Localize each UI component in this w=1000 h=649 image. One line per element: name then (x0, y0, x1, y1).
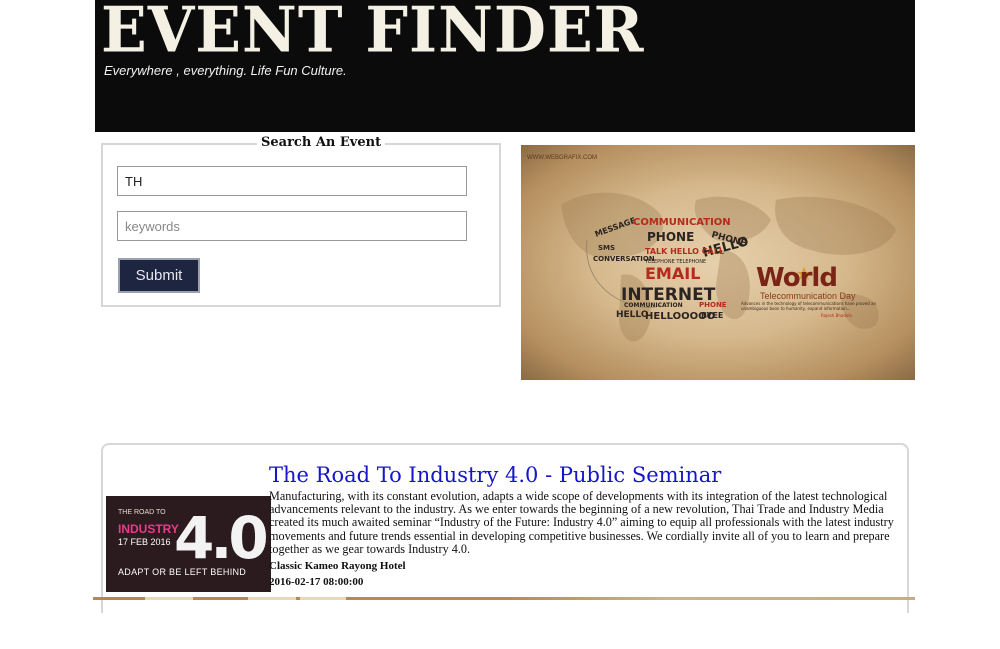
event-thumbnail[interactable]: THE ROAD TO INDUSTRY 17 FEB 2016 4.0 ADA… (106, 496, 271, 592)
svg-text:SMS: SMS (598, 244, 615, 252)
event-title-link[interactable]: The Road To Industry 4.0 - Public Semina… (269, 463, 721, 487)
svg-text:HELLO: HELLO (616, 310, 649, 320)
svg-text:TALK HELLO CALL: TALK HELLO CALL (645, 247, 724, 256)
footer-tab[interactable] (300, 597, 346, 600)
site-header: EVENT FINDER Everywhere , everything. Li… (95, 0, 915, 132)
banner-title: World (756, 263, 838, 293)
svg-text:BYEE: BYEE (701, 311, 723, 320)
event-datetime: 2016-02-17 08:00:00 (269, 576, 364, 588)
keywords-input[interactable] (117, 211, 467, 241)
world-map-image: MESSAGE COMMUNICATION PHONE SMS CONVERSA… (561, 192, 896, 342)
svg-text:COMMUNICATION: COMMUNICATION (624, 302, 683, 309)
svg-text:PHONE: PHONE (699, 301, 727, 309)
footer-tab[interactable] (145, 597, 193, 600)
thumbnail-date-text: 17 FEB 2016 (118, 537, 171, 547)
world-telecommunication-day-banner: WWW.WEBGRAFIX.COM MESSAGE COMMUNICATION … (521, 145, 915, 380)
svg-text:COMMUNICATION: COMMUNICATION (633, 217, 731, 228)
svg-text:PHONE: PHONE (647, 230, 694, 244)
footer-tab[interactable] (248, 597, 296, 600)
thumbnail-tagline: ADAPT OR BE LEFT BEHIND (118, 567, 247, 577)
thumbnail-number: 4.0 (174, 504, 269, 572)
thumbnail-small-text: THE ROAD TO (118, 509, 166, 516)
submit-button[interactable]: Submit (118, 258, 200, 293)
event-venue: Classic Kameo Rayong Hotel (269, 560, 406, 572)
svg-text:Rajesh Bhadola: Rajesh Bhadola (821, 313, 852, 318)
site-tagline: Everywhere , everything. Life Fun Cultur… (104, 63, 347, 78)
svg-text:EMAIL: EMAIL (645, 264, 700, 283)
event-description: Manufacturing, with its constant evoluti… (269, 489, 894, 556)
site-logo[interactable]: EVENT FINDER (101, 0, 645, 68)
search-panel: Search An Event Submit (101, 135, 501, 307)
event-card: THE ROAD TO INDUSTRY 17 FEB 2016 4.0 ADA… (101, 443, 909, 613)
thumbnail-industry-text: INDUSTRY (118, 522, 179, 536)
location-input[interactable] (117, 166, 467, 196)
bottom-footer-strip (93, 597, 915, 600)
banner-subtitle: Telecommunication Day (760, 291, 856, 301)
search-legend: Search An Event (257, 135, 386, 150)
svg-text:unambiguous boon to humanity,: unambiguous boon to humanity, expand inf… (741, 306, 851, 311)
